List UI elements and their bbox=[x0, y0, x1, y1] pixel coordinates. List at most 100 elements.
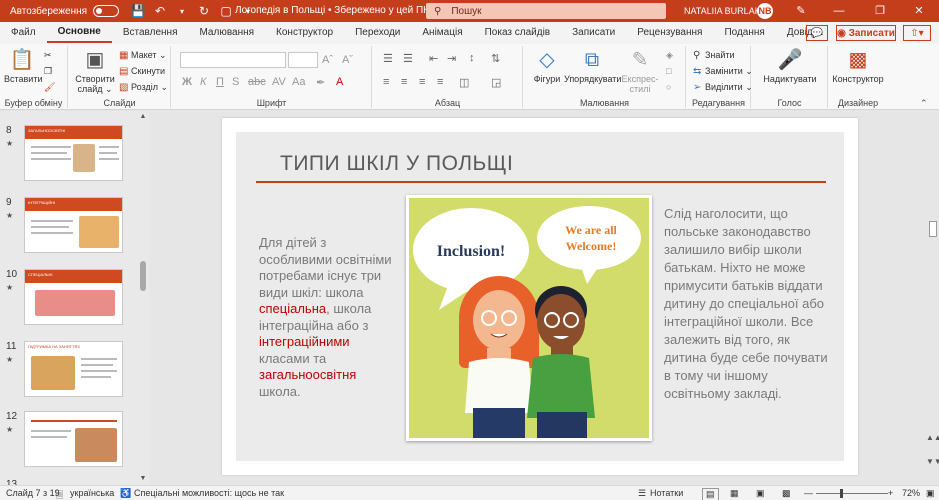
save-icon[interactable]: 💾 bbox=[127, 0, 149, 22]
minimize-icon[interactable]: — bbox=[825, 0, 853, 22]
accessibility-status[interactable]: Спеціальні можливості: щось не так bbox=[134, 488, 284, 498]
layout-button[interactable]: ▦ Макет ⌄ bbox=[119, 50, 167, 61]
text-direction-icon[interactable]: ⇅ bbox=[491, 52, 500, 65]
new-slide-button[interactable]: ▣ Створити слайд ⌄ bbox=[73, 48, 117, 95]
redo-icon[interactable]: ↻ bbox=[193, 0, 215, 22]
underline-icon[interactable]: П bbox=[216, 76, 224, 88]
tab-view[interactable]: Подання bbox=[713, 22, 775, 44]
cut-icon[interactable]: ✂ bbox=[44, 50, 52, 61]
tab-record[interactable]: Записати bbox=[561, 22, 626, 44]
tab-file[interactable]: Файл bbox=[0, 22, 47, 44]
tab-design[interactable]: Конструктор bbox=[265, 22, 344, 44]
bold-icon[interactable]: Ж bbox=[182, 76, 192, 88]
font-size-input[interactable] bbox=[288, 52, 318, 68]
quick-styles-button[interactable]: ✎ Експрес-стилі bbox=[618, 48, 662, 94]
shape-effects-icon[interactable]: ○ bbox=[666, 82, 671, 92]
slide-canvas[interactable]: ТИПИ ШКІЛ У ПОЛЬЩІ Для дітей з особливим… bbox=[222, 118, 858, 475]
reset-button[interactable]: ▤ Скинути bbox=[119, 66, 165, 77]
find-button[interactable]: ⚲ Знайти bbox=[693, 50, 735, 61]
undo-dropdown-icon[interactable]: ▾ bbox=[171, 0, 193, 22]
inclusion-illustration[interactable]: Inclusion! We are all Welcome! bbox=[406, 195, 652, 441]
present-icon[interactable]: ▢ bbox=[215, 0, 237, 22]
arrange-button[interactable]: ⧉ Упорядкувати bbox=[564, 48, 621, 84]
font-name-input[interactable] bbox=[180, 52, 286, 68]
shape-outline-icon[interactable]: □ bbox=[666, 66, 671, 76]
spellcheck-icon[interactable]: 🗏 bbox=[56, 488, 63, 500]
editor-scroll-thumb[interactable] bbox=[929, 221, 937, 237]
numbering-icon[interactable]: ☰ bbox=[403, 52, 413, 65]
tab-draw[interactable]: Малювання bbox=[188, 22, 265, 44]
autosave-toggle[interactable] bbox=[93, 5, 120, 17]
tab-slideshow[interactable]: Показ слайдів bbox=[474, 22, 562, 44]
copy-icon[interactable]: ❐ bbox=[44, 66, 52, 77]
user-name[interactable]: NATALIIA BURLAK bbox=[684, 0, 761, 22]
fit-to-window-icon[interactable]: ▣ bbox=[926, 488, 935, 499]
tab-home[interactable]: Основне bbox=[46, 23, 112, 43]
left-text-box[interactable]: Для дітей з особливими освітніми потреба… bbox=[259, 235, 401, 400]
language[interactable]: українська bbox=[70, 488, 114, 498]
italic-icon[interactable]: К bbox=[200, 76, 206, 88]
zoom-in-icon[interactable]: + bbox=[888, 488, 893, 498]
bullets-icon[interactable]: ☰ bbox=[383, 52, 393, 65]
paste-button[interactable]: 📋 Вставити bbox=[4, 48, 43, 84]
spacing-icon[interactable]: AV bbox=[272, 76, 286, 88]
collapse-ribbon-icon[interactable]: ⌃ bbox=[920, 98, 928, 109]
shrink-font-icon[interactable]: Aˇ bbox=[342, 54, 353, 66]
format-painter-icon[interactable]: 🖌 bbox=[44, 82, 55, 93]
increase-indent-icon[interactable]: ⇥ bbox=[447, 52, 456, 65]
previous-slide-icon[interactable]: ▲▲ bbox=[926, 433, 939, 442]
share-icon[interactable]: ⇧▾ bbox=[903, 25, 931, 41]
slide-title[interactable]: ТИПИ ШКІЛ У ПОЛЬЩІ bbox=[280, 152, 513, 176]
smartart-icon[interactable]: ◲ bbox=[491, 76, 501, 89]
undo-icon[interactable]: ↶ bbox=[149, 0, 171, 22]
tab-review[interactable]: Рецензування bbox=[626, 22, 713, 44]
close-icon[interactable]: ✕ bbox=[905, 0, 933, 22]
slide-sorter-icon[interactable]: ▦ bbox=[730, 488, 739, 499]
avatar[interactable]: NB bbox=[757, 3, 773, 19]
shadow-icon[interactable]: S bbox=[232, 76, 239, 88]
select-button[interactable]: ➢ Виділити ⌄ bbox=[693, 82, 753, 93]
designer-button[interactable]: ▩ Конструктор bbox=[831, 48, 885, 84]
tab-transitions[interactable]: Переходи bbox=[344, 22, 411, 44]
thumbnail-scrollbar[interactable]: ▲ ▼ bbox=[137, 111, 149, 485]
case-icon[interactable]: Aa bbox=[292, 76, 305, 88]
reading-view-icon[interactable]: ▣ bbox=[756, 488, 765, 499]
editor-scrollbar[interactable]: ▲▲ ▼▼ bbox=[926, 111, 939, 485]
align-left-icon[interactable]: ≡ bbox=[383, 76, 389, 88]
record-button[interactable]: ◉ Записати bbox=[836, 25, 896, 41]
font-color-icon[interactable]: A bbox=[336, 76, 343, 88]
shapes-button[interactable]: ◇ Фігури bbox=[530, 48, 564, 84]
tab-insert[interactable]: Вставлення bbox=[112, 22, 189, 44]
zoom-slider-thumb[interactable] bbox=[840, 489, 843, 498]
scroll-up-icon[interactable]: ▲ bbox=[137, 111, 149, 123]
highlight-icon[interactable]: ✒ bbox=[316, 76, 325, 89]
strikethrough-icon[interactable]: abc bbox=[248, 76, 266, 88]
scroll-thumb[interactable] bbox=[140, 261, 146, 291]
dictate-button[interactable]: 🎤 Надиктувати bbox=[758, 48, 822, 84]
zoom-level[interactable]: 72% bbox=[902, 488, 920, 498]
align-center-icon[interactable]: ≡ bbox=[401, 76, 407, 88]
shape-fill-icon[interactable]: ◈ bbox=[666, 50, 673, 61]
comments-icon[interactable]: 💬 bbox=[806, 25, 828, 41]
tab-animations[interactable]: Анімація bbox=[411, 22, 473, 44]
justify-icon[interactable]: ≡ bbox=[437, 76, 443, 88]
next-slide-icon[interactable]: ▼▼ bbox=[926, 457, 939, 466]
pen-icon[interactable]: ✎ bbox=[787, 0, 815, 22]
search-box[interactable]: ⚲ Пошук bbox=[426, 3, 666, 19]
grow-font-icon[interactable]: Aˆ bbox=[322, 54, 333, 66]
right-text-box[interactable]: Слід наголосити, що польське законодавст… bbox=[664, 205, 829, 403]
zoom-slider[interactable] bbox=[816, 493, 888, 494]
align-right-icon[interactable]: ≡ bbox=[419, 76, 425, 88]
line-spacing-icon[interactable]: ↕ bbox=[469, 52, 475, 64]
normal-view-icon[interactable]: ▤ bbox=[702, 488, 719, 500]
zoom-out-icon[interactable]: — bbox=[804, 488, 813, 498]
document-title[interactable]: Логопедія в Польщі • Збережено у цей ПК … bbox=[235, 0, 440, 22]
notes-button[interactable]: Нотатки bbox=[650, 488, 683, 498]
decrease-indent-icon[interactable]: ⇤ bbox=[429, 52, 438, 65]
slideshow-icon[interactable]: ▩ bbox=[782, 488, 791, 499]
section-button[interactable]: ▧ Розділ ⌄ bbox=[119, 82, 168, 93]
scroll-down-icon[interactable]: ▼ bbox=[137, 473, 149, 485]
replace-button[interactable]: ⇆ Замінити ⌄ bbox=[693, 66, 753, 77]
restore-icon[interactable]: ❐ bbox=[866, 0, 894, 22]
columns-icon[interactable]: ◫ bbox=[459, 76, 469, 89]
